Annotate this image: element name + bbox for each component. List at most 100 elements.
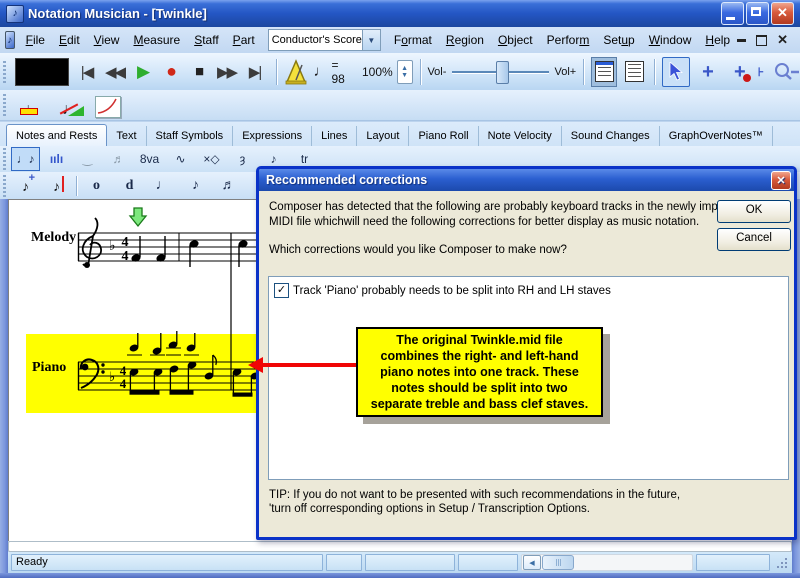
- octave-8va-tool[interactable]: 8va: [135, 147, 164, 171]
- tab-text[interactable]: Text: [107, 126, 146, 146]
- skip-to-end-button[interactable]: ▶|: [241, 59, 269, 85]
- spinner-up-icon[interactable]: ▲: [401, 65, 408, 72]
- svg-text:4: 4: [122, 249, 129, 264]
- tie-tool[interactable]: ‿: [73, 147, 102, 171]
- checkbox-checked[interactable]: ✓: [274, 283, 289, 298]
- menu-part[interactable]: Part: [226, 30, 262, 50]
- horizontal-scroll-track[interactable]: [8, 541, 792, 552]
- duration-tool-1[interactable]: d: [115, 174, 144, 198]
- minimize-icon: [726, 17, 735, 20]
- fast-forward-button[interactable]: ▶▶: [213, 59, 241, 85]
- duration-tool-0[interactable]: o: [82, 174, 111, 198]
- zoom-value: 100%: [362, 65, 393, 79]
- record-button[interactable]: ●: [157, 59, 185, 85]
- grace-note-tool[interactable]: ♬: [104, 147, 133, 171]
- duration-tool-4[interactable]: ♬: [214, 174, 243, 198]
- duration-tool-3[interactable]: ♪: [181, 174, 210, 198]
- tab-expressions[interactable]: Expressions: [233, 126, 312, 146]
- piano-staff[interactable]: ♭ 44: [9, 331, 259, 423]
- page-view-button[interactable]: [591, 57, 617, 87]
- corrections-list: ✓ Track 'Piano' probably needs to be spl…: [268, 276, 789, 480]
- menu-format[interactable]: Format: [387, 30, 439, 50]
- zoom-out-button[interactable]: [772, 62, 800, 82]
- status-panel: [326, 554, 362, 571]
- tab-notes-and-rests[interactable]: Notes and Rests: [6, 124, 107, 146]
- dialog-title-bar: Recommended corrections ✕: [259, 169, 794, 191]
- graph-over-notes-button[interactable]: [93, 92, 123, 118]
- mdi-restore-button[interactable]: [756, 35, 767, 46]
- rewind-button[interactable]: ◀◀: [101, 59, 129, 85]
- chevron-down-icon[interactable]: ▼: [362, 30, 380, 50]
- tab-graphovernotes-[interactable]: GraphOverNotes™: [660, 126, 773, 146]
- play-button[interactable]: ▶: [129, 59, 157, 85]
- menu-file[interactable]: File: [19, 30, 52, 50]
- rest-tool[interactable]: ȝ: [228, 147, 257, 171]
- step-insert-icon[interactable]: ⊦: [758, 65, 764, 79]
- volume-slider[interactable]: [452, 60, 548, 84]
- tab-piano-roll[interactable]: Piano Roll: [409, 126, 478, 146]
- toolbar-grip[interactable]: [3, 148, 6, 170]
- tab-sound-changes[interactable]: Sound Changes: [562, 126, 660, 146]
- toolbar-grip[interactable]: [3, 94, 6, 116]
- score-scrollbar[interactable]: ◀: [521, 554, 693, 571]
- select-arrow-button[interactable]: [662, 57, 690, 87]
- toolbar-grip[interactable]: [3, 61, 6, 83]
- velocity-bars-tool[interactable]: ıılı: [42, 147, 71, 171]
- minimize-button[interactable]: [721, 2, 744, 25]
- ornament-tool[interactable]: ∿: [166, 147, 195, 171]
- menu-bar: ♪ FileEditViewMeasureStaffPart Conductor…: [0, 27, 800, 54]
- ok-button[interactable]: OK: [717, 200, 791, 223]
- toolbar-grip[interactable]: [3, 175, 6, 197]
- x-notehead-tool[interactable]: ×◇: [197, 147, 226, 171]
- menu-region[interactable]: Region: [439, 30, 491, 50]
- tab-layout[interactable]: Layout: [357, 126, 409, 146]
- playback-marker-arrow: [130, 208, 146, 226]
- callout-line: notes should be split into two: [358, 380, 601, 396]
- menu-edit[interactable]: Edit: [52, 30, 87, 50]
- note-add-tool[interactable]: ♪+: [11, 174, 40, 198]
- add-dot-note-button[interactable]: +: [726, 57, 754, 87]
- tip-line1: TIP: If you do not want to be presented …: [269, 488, 680, 503]
- menu-perform[interactable]: Perform: [540, 30, 597, 50]
- close-button[interactable]: ✕: [771, 2, 794, 25]
- scroll-left-icon[interactable]: ◀: [523, 555, 541, 570]
- menu-right-group: FormatRegionObjectPerformSetupWindowHelp: [387, 30, 737, 50]
- red-dot-icon: [743, 74, 751, 82]
- tempo-indicator: ♩ = 98: [313, 58, 352, 86]
- menu-measure[interactable]: Measure: [126, 30, 187, 50]
- mdi-close-button[interactable]: ✕: [777, 35, 788, 45]
- checkbox-label[interactable]: Track 'Piano' probably needs to be split…: [293, 285, 611, 297]
- menu-staff[interactable]: Staff: [187, 30, 225, 50]
- note-insert-tool[interactable]: ♪: [42, 174, 71, 198]
- menu-setup[interactable]: Setup: [596, 30, 641, 50]
- spinner-down-icon[interactable]: ▼: [401, 72, 408, 79]
- duration-tool-2[interactable]: ♩: [148, 174, 177, 198]
- window-view-button[interactable]: [621, 57, 647, 87]
- skip-to-start-button[interactable]: |◀: [73, 59, 101, 85]
- notes-and-rests-tool[interactable]: ♩♪: [11, 147, 40, 171]
- add-note-button[interactable]: +: [694, 57, 722, 87]
- note-velocity-wedge-button[interactable]: ♩: [55, 92, 85, 118]
- mdi-minimize-button[interactable]: [737, 39, 746, 42]
- scroll-thumb[interactable]: [542, 555, 574, 570]
- menu-object[interactable]: Object: [491, 30, 540, 50]
- tab-note-velocity[interactable]: Note Velocity: [479, 126, 562, 146]
- resize-grip[interactable]: [775, 556, 789, 570]
- window-frame-bottom: [0, 573, 800, 578]
- tab-staff-symbols[interactable]: Staff Symbols: [147, 126, 234, 146]
- menu-help[interactable]: Help: [698, 30, 737, 50]
- dialog-close-button[interactable]: ✕: [771, 171, 791, 190]
- melody-staff[interactable]: ♭ 44: [9, 200, 259, 331]
- tab-lines[interactable]: Lines: [312, 126, 357, 146]
- score-view-combobox[interactable]: Conductor's Score ▼: [268, 29, 381, 51]
- separator: [654, 59, 655, 85]
- metronome-icon[interactable]: [283, 59, 309, 85]
- slider-thumb[interactable]: [496, 61, 509, 84]
- zoom-spinner[interactable]: ▲▼: [397, 60, 413, 84]
- stop-button[interactable]: ■: [185, 59, 213, 85]
- menu-view[interactable]: View: [87, 30, 127, 50]
- cancel-button[interactable]: Cancel: [717, 228, 791, 251]
- menu-window[interactable]: Window: [642, 30, 699, 50]
- jump-to-playback-button[interactable]: ♩: [17, 92, 47, 118]
- maximize-button[interactable]: [746, 2, 769, 25]
